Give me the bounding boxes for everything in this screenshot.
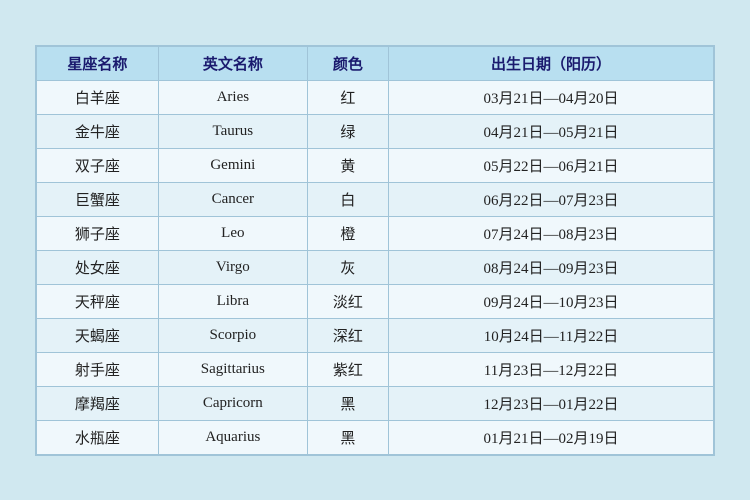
cell-date-range: 07月24日—08月23日: [389, 216, 714, 250]
cell-color: 黄: [307, 148, 388, 182]
cell-color: 淡红: [307, 284, 388, 318]
header-zh-name: 星座名称: [37, 46, 159, 80]
cell-date-range: 08月24日—09月23日: [389, 250, 714, 284]
cell-color: 紫红: [307, 352, 388, 386]
table-row: 摩羯座Capricorn黑12月23日—01月22日: [37, 386, 714, 420]
header-date-range: 出生日期（阳历）: [389, 46, 714, 80]
table-header-row: 星座名称 英文名称 颜色 出生日期（阳历）: [37, 46, 714, 80]
cell-zh-name: 射手座: [37, 352, 159, 386]
cell-en-name: Virgo: [158, 250, 307, 284]
cell-en-name: Cancer: [158, 182, 307, 216]
cell-date-range: 11月23日—12月22日: [389, 352, 714, 386]
cell-zh-name: 狮子座: [37, 216, 159, 250]
cell-en-name: Sagittarius: [158, 352, 307, 386]
table-row: 天秤座Libra淡红09月24日—10月23日: [37, 284, 714, 318]
cell-date-range: 01月21日—02月19日: [389, 420, 714, 454]
header-en-name: 英文名称: [158, 46, 307, 80]
cell-en-name: Scorpio: [158, 318, 307, 352]
cell-zh-name: 天秤座: [37, 284, 159, 318]
zodiac-table-container: 星座名称 英文名称 颜色 出生日期（阳历） 白羊座Aries红03月21日—04…: [35, 45, 715, 456]
cell-zh-name: 巨蟹座: [37, 182, 159, 216]
table-row: 巨蟹座Cancer白06月22日—07月23日: [37, 182, 714, 216]
cell-zh-name: 水瓶座: [37, 420, 159, 454]
table-row: 天蝎座Scorpio深红10月24日—11月22日: [37, 318, 714, 352]
cell-en-name: Aquarius: [158, 420, 307, 454]
cell-zh-name: 金牛座: [37, 114, 159, 148]
cell-zh-name: 天蝎座: [37, 318, 159, 352]
cell-date-range: 10月24日—11月22日: [389, 318, 714, 352]
cell-zh-name: 白羊座: [37, 80, 159, 114]
table-row: 双子座Gemini黄05月22日—06月21日: [37, 148, 714, 182]
cell-date-range: 06月22日—07月23日: [389, 182, 714, 216]
cell-en-name: Gemini: [158, 148, 307, 182]
table-row: 射手座Sagittarius紫红11月23日—12月22日: [37, 352, 714, 386]
cell-color: 橙: [307, 216, 388, 250]
cell-date-range: 09月24日—10月23日: [389, 284, 714, 318]
cell-en-name: Aries: [158, 80, 307, 114]
cell-en-name: Libra: [158, 284, 307, 318]
table-row: 白羊座Aries红03月21日—04月20日: [37, 80, 714, 114]
cell-en-name: Taurus: [158, 114, 307, 148]
cell-zh-name: 处女座: [37, 250, 159, 284]
cell-en-name: Leo: [158, 216, 307, 250]
cell-color: 黑: [307, 420, 388, 454]
cell-color: 红: [307, 80, 388, 114]
header-color: 颜色: [307, 46, 388, 80]
zodiac-table: 星座名称 英文名称 颜色 出生日期（阳历） 白羊座Aries红03月21日—04…: [36, 46, 714, 455]
cell-color: 深红: [307, 318, 388, 352]
cell-date-range: 05月22日—06月21日: [389, 148, 714, 182]
cell-date-range: 03月21日—04月20日: [389, 80, 714, 114]
cell-color: 灰: [307, 250, 388, 284]
cell-color: 白: [307, 182, 388, 216]
table-row: 水瓶座Aquarius黑01月21日—02月19日: [37, 420, 714, 454]
cell-date-range: 12月23日—01月22日: [389, 386, 714, 420]
cell-en-name: Capricorn: [158, 386, 307, 420]
table-row: 狮子座Leo橙07月24日—08月23日: [37, 216, 714, 250]
cell-zh-name: 双子座: [37, 148, 159, 182]
cell-zh-name: 摩羯座: [37, 386, 159, 420]
cell-color: 绿: [307, 114, 388, 148]
table-row: 处女座Virgo灰08月24日—09月23日: [37, 250, 714, 284]
table-row: 金牛座Taurus绿04月21日—05月21日: [37, 114, 714, 148]
cell-date-range: 04月21日—05月21日: [389, 114, 714, 148]
cell-color: 黑: [307, 386, 388, 420]
